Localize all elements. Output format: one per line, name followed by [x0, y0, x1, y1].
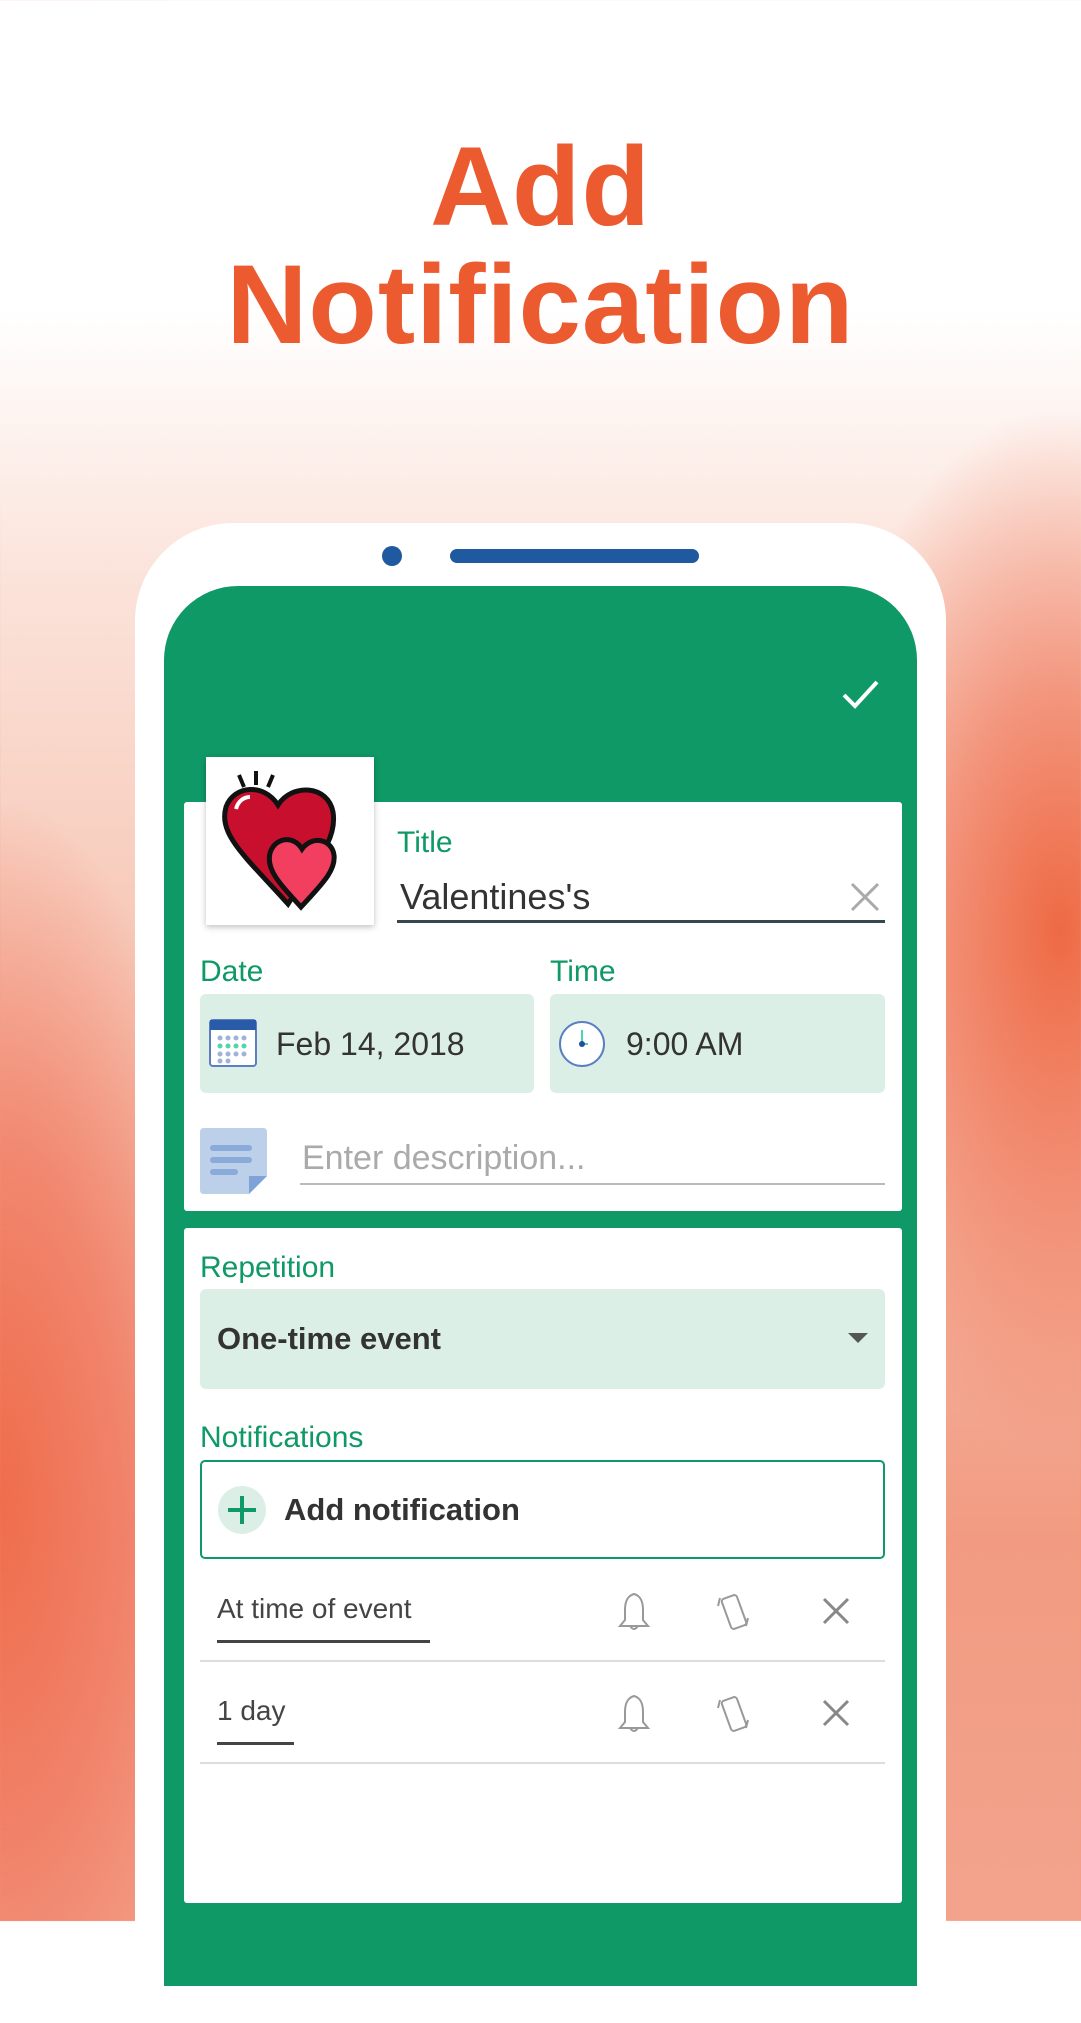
repetition-dropdown[interactable]: One-time event — [200, 1289, 885, 1389]
date-label: Date — [200, 955, 264, 988]
vibrate-icon[interactable] — [716, 1694, 752, 1734]
description-note-icon — [200, 1128, 267, 1194]
title-underline — [397, 920, 885, 923]
row-divider — [200, 1660, 885, 1662]
delete-notification-icon[interactable] — [822, 1699, 850, 1727]
chevron-down-icon — [848, 1333, 868, 1343]
bell-icon[interactable] — [617, 1694, 651, 1734]
notifications-label: Notifications — [200, 1421, 364, 1454]
promo-headline: Add Notification — [0, 128, 1081, 364]
repetition-label: Repetition — [200, 1251, 336, 1284]
title-label: Title — [397, 826, 453, 859]
repetition-value: One-time event — [217, 1321, 441, 1356]
time-picker[interactable]: 9:00 AM — [550, 994, 885, 1093]
bell-icon[interactable] — [617, 1592, 651, 1632]
time-value: 9:00 AM — [626, 1026, 744, 1062]
description-underline — [300, 1183, 885, 1185]
notification-time-select[interactable]: At time of event — [217, 1593, 412, 1625]
date-value: Feb 14, 2018 — [276, 1026, 465, 1062]
time-label: Time — [550, 955, 616, 988]
add-notification-label: Add notification — [284, 1492, 520, 1527]
save-checkmark-icon[interactable] — [838, 672, 882, 716]
delete-notification-icon[interactable] — [822, 1597, 850, 1625]
headline-line-2: Notification — [226, 242, 855, 367]
plus-icon — [218, 1486, 266, 1534]
description-input[interactable]: Enter description... — [302, 1139, 585, 1178]
notification-time-underline — [217, 1640, 430, 1643]
add-notification-button[interactable]: Add notification — [200, 1460, 885, 1559]
clear-title-icon[interactable] — [850, 882, 880, 912]
date-picker[interactable]: Feb 14, 2018 — [200, 994, 534, 1093]
calendar-icon — [209, 1019, 257, 1067]
phone-speaker — [450, 549, 699, 563]
title-input[interactable]: Valentines's — [400, 876, 590, 918]
row-divider — [200, 1762, 885, 1764]
notification-time-select[interactable]: 1 day — [217, 1695, 286, 1727]
event-icon-picker[interactable] — [206, 757, 374, 925]
notification-time-underline — [217, 1742, 294, 1745]
vibrate-icon[interactable] — [716, 1592, 752, 1632]
headline-line-1: Add — [430, 124, 651, 249]
hearts-icon — [222, 771, 337, 911]
clock-icon — [559, 1021, 605, 1067]
phone-camera — [382, 546, 402, 566]
